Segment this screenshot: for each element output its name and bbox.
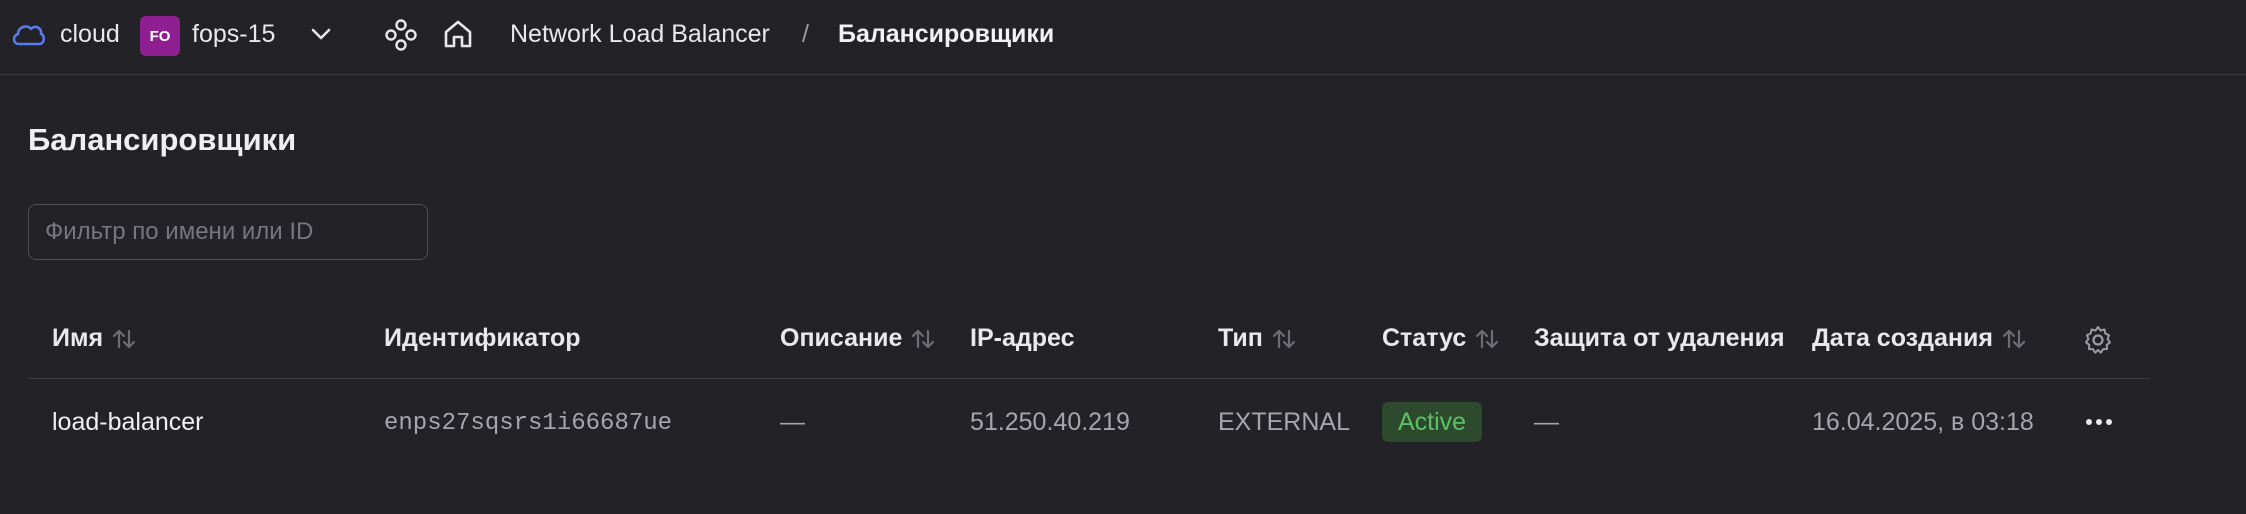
column-header-id: Идентификатор: [384, 324, 581, 353]
folder-avatar[interactable]: FO: [140, 16, 180, 56]
home-icon[interactable]: [440, 16, 476, 52]
sort-icon[interactable]: [1474, 327, 1500, 351]
column-header-deletion-protection: Защита от удаления: [1534, 324, 1785, 353]
more-actions-icon[interactable]: [2084, 412, 2114, 432]
page-title: Балансировщики: [28, 122, 297, 157]
sort-icon[interactable]: [2001, 327, 2027, 351]
column-header-label: Защита от удаления: [1534, 324, 1785, 352]
column-header-label: Тип: [1218, 324, 1263, 352]
column-header-label: Имя: [52, 324, 104, 352]
column-header-type[interactable]: Тип: [1218, 324, 1297, 353]
breadcrumb-current: Балансировщики: [838, 20, 1055, 48]
gear-icon[interactable]: [2082, 324, 2114, 356]
sort-icon[interactable]: [910, 327, 936, 351]
chevron-down-icon[interactable]: [308, 24, 334, 44]
cell-name[interactable]: load-balancer: [52, 408, 204, 437]
folder-name[interactable]: fops-15: [192, 20, 275, 49]
top-navigation-bar: cloud FO fops-15 Network Load Balancer /…: [0, 0, 2246, 75]
cloud-icon[interactable]: [10, 18, 46, 50]
cell-created: 16.04.2025, в 03:18: [1812, 408, 2034, 436]
cell-description: —: [780, 408, 805, 436]
filter-input[interactable]: [28, 204, 428, 260]
table-header-divider: [28, 378, 2150, 379]
column-header-label: Статус: [1382, 324, 1467, 352]
breadcrumb-separator: /: [802, 20, 809, 48]
sort-icon[interactable]: [1271, 327, 1297, 351]
sort-icon[interactable]: [111, 327, 137, 351]
column-header-ip: IP-адрес: [970, 324, 1074, 353]
cloud-label[interactable]: cloud: [60, 20, 120, 49]
column-header-created[interactable]: Дата создания: [1812, 324, 2027, 353]
cell-deletion-protection: —: [1534, 408, 1559, 436]
column-header-label: Дата создания: [1812, 324, 1993, 352]
cell-type: EXTERNAL: [1218, 408, 1350, 436]
column-header-label: Описание: [780, 324, 903, 352]
status-badge: Active: [1382, 402, 1483, 442]
column-header-description[interactable]: Описание: [780, 324, 936, 353]
column-header-status[interactable]: Статус: [1382, 324, 1500, 353]
cell-ip: 51.250.40.219: [970, 408, 1130, 436]
column-header-name[interactable]: Имя: [52, 324, 137, 353]
column-header-label: IP-адрес: [970, 324, 1075, 352]
cell-id[interactable]: enps27sqsrs1i66687ue: [384, 410, 672, 437]
breadcrumb-service[interactable]: Network Load Balancer: [510, 20, 770, 49]
services-icon[interactable]: [384, 18, 418, 52]
column-header-label: Идентификатор: [384, 324, 581, 352]
